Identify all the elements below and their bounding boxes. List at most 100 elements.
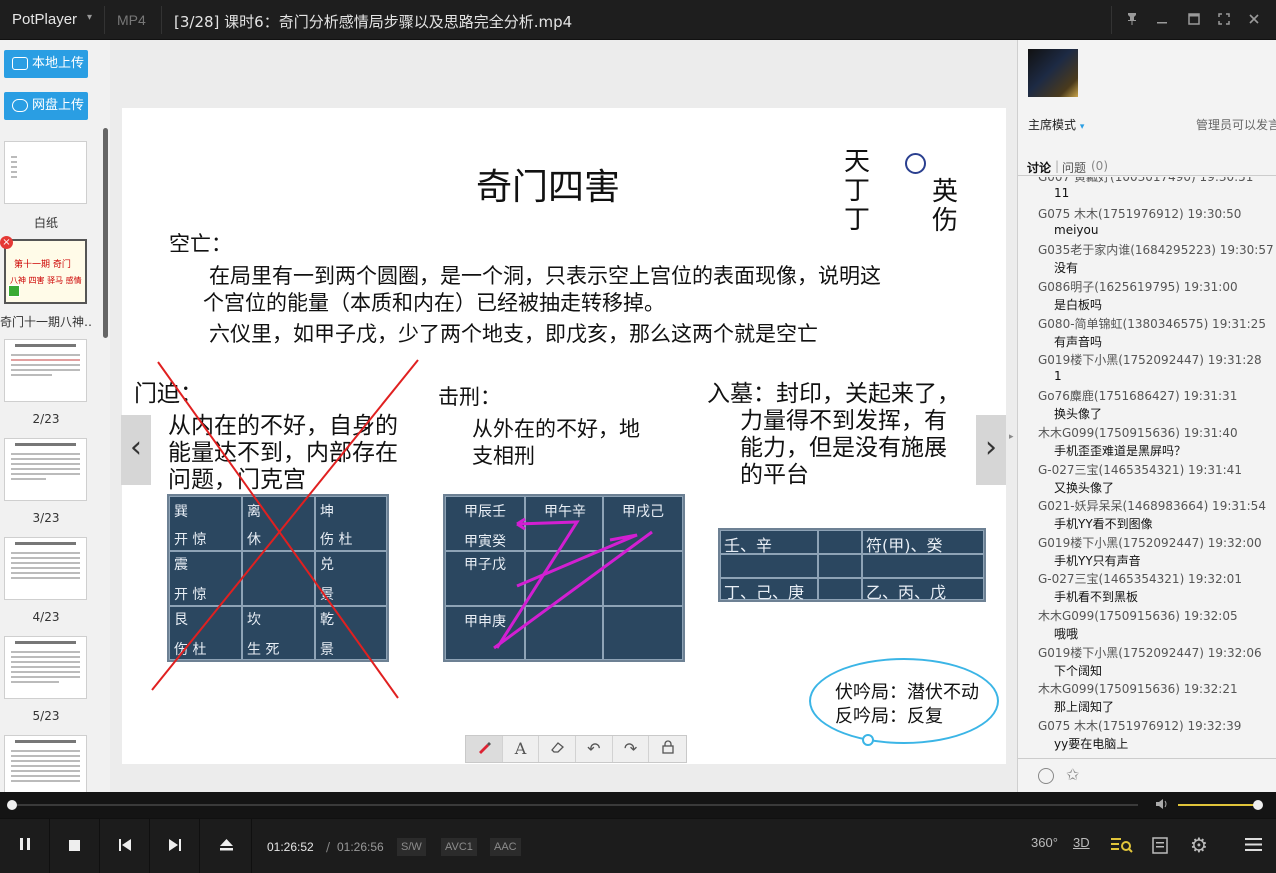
lock-icon[interactable]	[649, 736, 686, 762]
list-item: G021-妖异呆呆(1468983664) 19:31:54 手机YY看不到图像	[1038, 499, 1266, 531]
thumbnail-slide[interactable]	[4, 537, 87, 600]
slide-sidebar: 本地上传 网盘上传 白纸 第十一期 奇门 八神 四害 驿马 感情 × 奇门十一期…	[0, 40, 110, 792]
app-logo[interactable]: PotPlayer	[12, 11, 77, 28]
sw-decoder-badge[interactable]: S/W	[397, 838, 426, 856]
pin-icon[interactable]	[1120, 8, 1144, 32]
seek-bar	[0, 792, 1276, 818]
divider	[161, 6, 162, 34]
title-bar: PotPlayer ▾ MP4 [3/28] 课时6：奇门分析感情局步骤以及思路…	[0, 0, 1276, 40]
thumbnail-current[interactable]: 第十一期 奇门 八神 四害 驿马 感情	[4, 239, 87, 304]
whiteboard-stage: 奇门四害 天丁丁 英伤 空亡： 在局里有一到两个圆圈，是一个洞，只表示空上宫位的…	[110, 40, 1017, 792]
thumbnail-blank[interactable]	[4, 141, 87, 204]
list-item: G019楼下小黑(1752092447) 19:32:00 手机YY只有声音	[1038, 536, 1262, 568]
playlist-search-icon[interactable]	[1111, 836, 1133, 858]
next-slide-button[interactable]: ›	[976, 415, 1006, 485]
pen-tool-icon[interactable]	[466, 736, 503, 762]
list-item: G019楼下小黑(1752092447) 19:31:28 1	[1038, 353, 1262, 383]
callout-line: 伏吟局：潜伏不动	[835, 682, 979, 703]
text-tool-icon[interactable]: A	[503, 736, 540, 762]
main-menu-icon[interactable]	[1245, 837, 1262, 856]
divider	[104, 6, 105, 34]
minimize-icon[interactable]	[1150, 8, 1174, 32]
chapter-list-icon[interactable]	[1152, 837, 1168, 858]
fullscreen-icon[interactable]	[1212, 8, 1236, 32]
settings-gear-icon[interactable]: ⚙	[1190, 835, 1208, 855]
message-list[interactable]: G007 黄瓤好(1003017490) 19:30:51 11 G075 木木(…	[1018, 177, 1276, 757]
list-item: G086明子(1625619795) 19:31:00 是白板吗	[1038, 280, 1238, 312]
app-menu-chevron-icon[interactable]: ▾	[87, 12, 92, 23]
magenta-arrows	[493, 517, 653, 650]
list-item: G019楼下小黑(1752092447) 19:32:06 下个阔知	[1038, 646, 1262, 678]
emoji-icon[interactable]	[1038, 768, 1054, 784]
admin-note: 管理员可以发言	[1196, 118, 1276, 132]
host-avatar[interactable]	[1028, 49, 1078, 97]
thumbnail-slide[interactable]	[4, 636, 87, 699]
time-separator: /	[326, 840, 331, 854]
undo-icon[interactable]: ↶	[576, 736, 613, 762]
maximize-icon[interactable]	[1182, 8, 1206, 32]
thumbnail-slide[interactable]	[4, 339, 87, 402]
thumbnail-slide[interactable]	[4, 438, 87, 501]
chat-tabs: 讨论 | 问题 (0)	[1018, 158, 1276, 176]
green-badge-icon	[8, 285, 20, 297]
previous-button[interactable]	[100, 819, 150, 873]
volume-icon[interactable]	[1155, 798, 1169, 814]
seek-handle[interactable]	[7, 800, 17, 810]
upload-local-button[interactable]: 本地上传	[4, 50, 88, 78]
pause-button[interactable]	[0, 819, 50, 873]
upload-local-label: 本地上传	[32, 56, 85, 71]
divider	[1111, 6, 1112, 34]
redo-icon[interactable]: ↷	[613, 736, 650, 762]
tab-discuss[interactable]: 讨论	[1027, 159, 1051, 176]
annotation-toolbar: A ↶ ↷	[465, 735, 687, 763]
thumbnail-label: 3/23	[32, 511, 60, 525]
slide-canvas[interactable]: 奇门四害 天丁丁 英伤 空亡： 在局里有一到两个圆圈，是一个洞，只表示空上宫位的…	[122, 108, 1006, 764]
upload-cloud-button[interactable]: 网盘上传	[4, 92, 88, 120]
list-item: G080-简单锦虹(1380346575) 19:31:25 有声音吗	[1038, 317, 1266, 349]
thumbnail-label: 白纸	[33, 216, 58, 230]
thumbnail-label: 5/23	[32, 709, 60, 723]
chat-footer: ✩	[1018, 758, 1276, 792]
prev-slide-button[interactable]: ‹	[121, 415, 151, 485]
thumbnail-scrollbar[interactable]	[103, 128, 108, 338]
list-item: Go76麋鹿(1751686427) 19:31:31 换头像了	[1038, 389, 1238, 421]
tab-questions[interactable]: 问题	[1062, 159, 1086, 176]
list-item: 木木G099(1750915636) 19:32:21 那上阔知了	[1038, 682, 1238, 714]
close-icon[interactable]	[1242, 8, 1266, 32]
thumbnail-slide[interactable]	[4, 735, 87, 792]
list-item: G-027三宝(1465354321) 19:32:01 手机看不到黑板	[1038, 572, 1242, 604]
volume-handle[interactable]	[1253, 800, 1263, 810]
chevron-down-icon: ▾	[1079, 122, 1085, 132]
callout-tail	[862, 734, 874, 746]
volume-slider[interactable]	[1178, 804, 1258, 806]
3d-button[interactable]: 3D	[1073, 835, 1090, 850]
format-label: MP4	[117, 12, 146, 28]
thumbnail-label: 奇门十一期八神…	[0, 315, 92, 329]
eraser-tool-icon[interactable]	[539, 736, 577, 762]
thumbnail-label: 4/23	[32, 610, 60, 624]
star-icon[interactable]: ✩	[1066, 765, 1079, 784]
list-item: G075 木木(1751976912) 19:30:50 meiyou	[1038, 207, 1242, 237]
audio-codec-badge[interactable]: AAC	[490, 838, 521, 856]
remove-thumbnail-icon[interactable]: ×	[0, 236, 13, 249]
collapse-panel-icon[interactable]: ▸	[1009, 432, 1014, 442]
video-codec-badge[interactable]: AVC1	[441, 838, 477, 856]
question-count: (0)	[1091, 159, 1108, 173]
tab-divider: |	[1055, 159, 1060, 173]
list-item: G075 木木(1751976912) 19:32:39 yy要在电脑上	[1038, 719, 1242, 751]
next-button[interactable]	[150, 819, 200, 873]
eject-button[interactable]	[202, 819, 252, 873]
list-item: G007 黄瓤好(1003017490) 19:30:51 11	[1038, 177, 1254, 200]
stop-button[interactable]	[50, 819, 100, 873]
total-time: 01:26:56	[337, 840, 384, 854]
mode-selector[interactable]: 主席模式 ▾	[1028, 116, 1084, 133]
upload-cloud-label: 网盘上传	[32, 98, 85, 113]
callout-line: 反吟局：反复	[835, 706, 943, 727]
vr-360-button[interactable]: 360°	[1031, 835, 1058, 850]
potplayer-window: PotPlayer ▾ MP4 [3/28] 课时6：奇门分析感情局步骤以及思路…	[0, 0, 1276, 873]
red-cross-stroke	[157, 361, 399, 699]
cloud-upload-icon	[12, 99, 28, 112]
seek-track[interactable]	[10, 804, 1138, 806]
thumbnail-label: 2/23	[32, 412, 60, 426]
list-item: 木木G099(1750915636) 19:32:05 哦哦	[1038, 609, 1238, 641]
